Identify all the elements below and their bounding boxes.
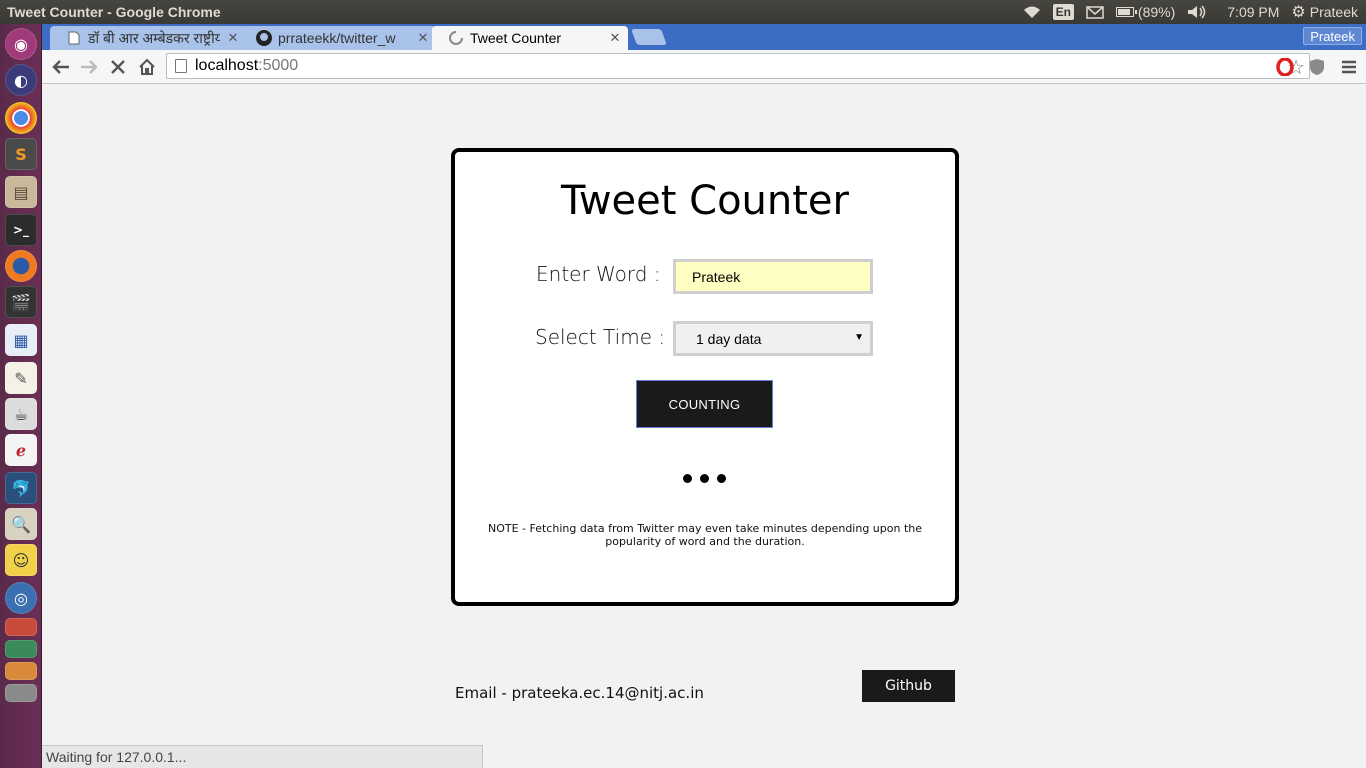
tab-ambedkar[interactable]: डॉ बी आर अम्बेडकर राष्ट्रीय ✕ (50, 26, 246, 50)
close-tab-icon[interactable]: ✕ (416, 30, 430, 46)
home-button[interactable] (136, 56, 158, 78)
tab-tweet-counter[interactable]: Tweet Counter ✕ (432, 26, 628, 50)
tab-strip: डॉ बी आर अम्बेडकर राष्ट्रीय ✕ prrateekk/… (42, 24, 1366, 50)
text-editor-icon[interactable]: ✎ (5, 362, 37, 394)
note-text: NOTE - Fetching data from Twitter may ev… (487, 522, 923, 548)
browser-icon[interactable]: ◎ (5, 582, 37, 614)
status-bubble: Waiting for 127.0.0.1... (42, 745, 483, 768)
dropdown-arrow-icon: ▼ (854, 332, 864, 343)
mysql-workbench-icon[interactable]: 🐬 (5, 472, 37, 504)
word-input[interactable] (673, 259, 873, 294)
chrome-icon[interactable] (5, 102, 37, 134)
shield-icon[interactable] (1307, 57, 1327, 77)
mail-icon[interactable] (1080, 0, 1110, 24)
terminal-icon[interactable]: >_ (5, 214, 37, 246)
address-bar[interactable]: localhost:5000 ☆ (166, 53, 1310, 79)
chrome-menu-icon[interactable] (1339, 57, 1359, 77)
tab-github[interactable]: prrateekk/twitter_w ✕ (240, 26, 436, 50)
time-select[interactable]: 1 day data ▼ (673, 321, 873, 356)
loading-dot (700, 474, 709, 483)
loading-dot (717, 474, 726, 483)
app-icon-4[interactable] (5, 684, 37, 702)
battery-indicator[interactable]: (89%) (1110, 0, 1181, 24)
game-icon[interactable]: ☺ (5, 544, 37, 576)
github-icon (256, 30, 272, 46)
screen: Tweet Counter - Google Chrome En (89%) 7… (0, 0, 1366, 768)
loading-dots (683, 474, 726, 483)
session-menu[interactable]: ⚙ Prateek (1285, 0, 1366, 24)
browser-toolbar: localhost:5000 ☆ (42, 50, 1366, 84)
sublime-text-icon[interactable]: S (5, 138, 37, 170)
wifi-icon[interactable] (1017, 0, 1047, 24)
back-button[interactable] (50, 56, 72, 78)
window-title: Tweet Counter - Google Chrome (7, 4, 221, 20)
new-tab-button[interactable] (631, 29, 667, 45)
word-label: Enter Word : (536, 262, 661, 286)
page-viewport: Tweet Counter Enter Word : Select Time :… (42, 85, 1366, 768)
contact-email: Email - prateeka.ec.14@nitj.ac.in (455, 684, 704, 702)
eclipse-icon[interactable]: ◐ (5, 64, 37, 96)
unity-launcher: ◉ ◐ S ▤ >_ 🎬 ▦ ✎ ☕ ℯ 🐬 🔍 ☺ ◎ (0, 24, 42, 768)
stop-loading-button[interactable] (107, 56, 129, 78)
profile-button[interactable]: Prateek (1303, 27, 1362, 45)
ubuntu-dash-icon[interactable]: ◉ (5, 28, 37, 60)
image-viewer-icon[interactable]: 🔍 (5, 508, 37, 540)
loading-icon (448, 30, 464, 46)
volume-icon[interactable] (1181, 0, 1213, 24)
time-label: Select Time : (535, 325, 666, 349)
count-button[interactable]: COUNTING (636, 380, 773, 428)
clock[interactable]: 7:09 PM (1213, 0, 1285, 24)
forward-button[interactable] (78, 56, 100, 78)
page-title: Tweet Counter (561, 178, 849, 224)
firefox-icon[interactable] (5, 250, 37, 282)
loading-dot (683, 474, 692, 483)
page-info-icon[interactable] (175, 59, 187, 73)
close-tab-icon[interactable]: ✕ (608, 30, 622, 46)
system-top-panel: Tweet Counter - Google Chrome En (89%) 7… (0, 0, 1366, 24)
system-tray: En (89%) 7:09 PM ⚙ Prateek (1017, 0, 1366, 24)
java-icon[interactable]: ☕ (5, 398, 37, 430)
tweet-counter-card: Tweet Counter Enter Word : Select Time :… (451, 148, 959, 606)
close-tab-icon[interactable]: ✕ (226, 30, 240, 46)
opera-extension-icon[interactable] (1275, 57, 1295, 77)
keyboard-layout-indicator[interactable]: En (1047, 0, 1080, 24)
app-icon-1[interactable] (5, 618, 37, 636)
gear-icon: ⚙ (1291, 4, 1306, 21)
video-editor-icon[interactable]: 🎬 (5, 286, 37, 318)
libreoffice-writer-icon[interactable]: ▦ (5, 324, 37, 356)
app-icon-2[interactable] (5, 640, 37, 658)
files-icon[interactable]: ▤ (5, 176, 37, 208)
battery-icon (1115, 7, 1137, 17)
document-viewer-icon[interactable]: ℯ (5, 434, 37, 466)
page-icon (66, 30, 82, 46)
app-icon-3[interactable] (5, 662, 37, 680)
github-button[interactable]: Github (862, 670, 955, 702)
